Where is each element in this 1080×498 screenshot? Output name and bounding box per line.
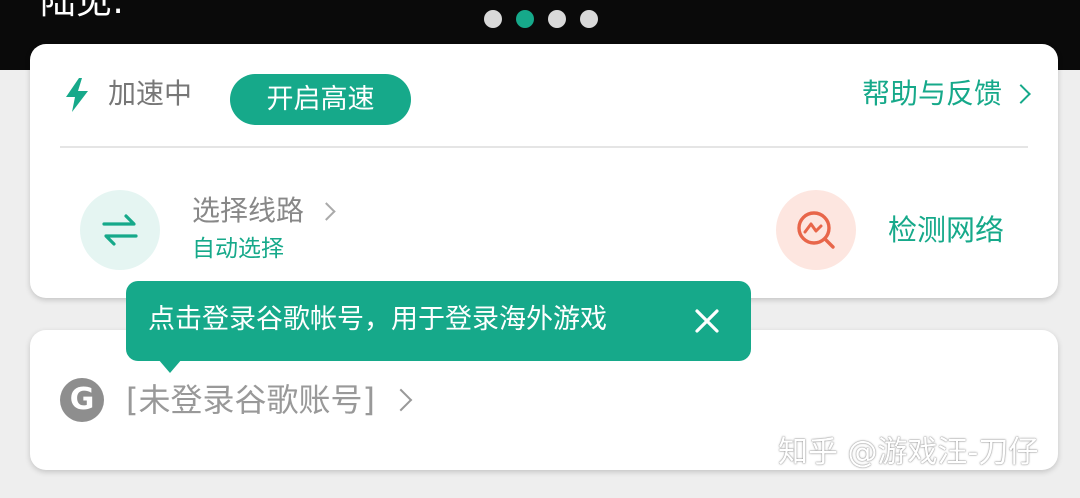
help-feedback-label: 帮助与反馈: [861, 77, 1002, 110]
enable-high-speed-button[interactable]: 开启高速: [230, 74, 411, 125]
acceleration-card: 加速中 开启高速 帮助与反馈 选择线路 自动选择 检测网络: [30, 44, 1058, 298]
carousel-dot[interactable]: [484, 10, 502, 28]
divider: [60, 146, 1028, 148]
swap-arrows-icon[interactable]: [80, 190, 160, 270]
chevron-right-icon: [389, 388, 413, 412]
carousel-dot[interactable]: [580, 10, 598, 28]
route-value: 自动选择: [192, 236, 284, 262]
chevron-right-icon: [1011, 84, 1031, 104]
close-icon[interactable]: [693, 307, 721, 335]
google-account-link[interactable]: [未登录谷歌账号]: [126, 380, 413, 420]
carousel-dots: [484, 10, 598, 28]
acceleration-status: 加速中: [108, 77, 193, 110]
tooltip-arrow: [158, 359, 182, 373]
detect-network-button[interactable]: 检测网络: [888, 212, 1004, 248]
google-login-tooltip: 点击登录谷歌帐号，用于登录海外游戏: [126, 281, 751, 373]
help-feedback-link[interactable]: 帮助与反馈: [861, 76, 1031, 112]
select-route-label: 选择线路: [192, 194, 305, 227]
lightning-icon: [66, 78, 88, 112]
chevron-right-icon: [317, 201, 336, 221]
google-icon: G: [60, 378, 104, 422]
banner-text: 陆见:: [40, 0, 125, 22]
watermark: 知乎 @游戏汪-刀仔: [778, 435, 1039, 470]
google-account-status: [未登录谷歌账号]: [126, 381, 375, 419]
network-detect-icon[interactable]: [776, 190, 856, 270]
carousel-dot-active[interactable]: [516, 10, 534, 28]
select-route-button[interactable]: 选择线路: [192, 194, 336, 228]
tooltip-text: 点击登录谷歌帐号，用于登录海外游戏: [148, 304, 607, 335]
carousel-dot[interactable]: [548, 10, 566, 28]
